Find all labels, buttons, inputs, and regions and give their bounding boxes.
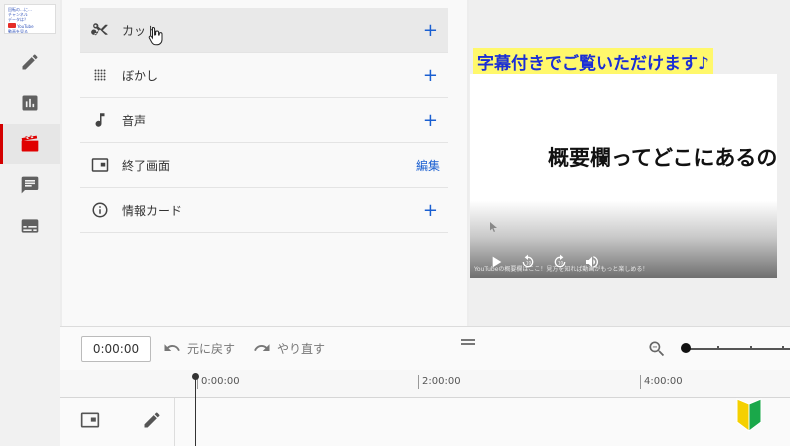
volume-icon[interactable] xyxy=(584,254,600,270)
add-info-card-button[interactable]: + xyxy=(423,188,438,233)
info-icon xyxy=(92,202,108,218)
timeline-ruler[interactable]: 0:00:00 2:00:00 4:00:00 xyxy=(60,370,790,398)
video-title-text: 概要欄ってどこにあるの xyxy=(548,146,777,170)
end-screen-icon xyxy=(80,412,100,428)
music-note-icon xyxy=(95,113,105,127)
tool-label-audio: 音声 xyxy=(122,113,147,128)
timeline-toolbar: 0:00:00 元に戻す やり直す xyxy=(60,326,790,370)
edit-end-screen-button[interactable]: 編集 xyxy=(416,143,440,188)
playhead-line[interactable] xyxy=(195,377,196,446)
svg-text:10: 10 xyxy=(526,261,532,266)
add-cut-button[interactable]: + xyxy=(423,8,438,53)
forward-10-icon[interactable]: 10 xyxy=(552,254,568,270)
zoom-slider-tick xyxy=(782,346,784,350)
zoom-slider-tick xyxy=(750,346,752,350)
tool-label-blur: ぼかし xyxy=(122,68,159,83)
ruler-tick-label: 4:00:00 xyxy=(640,375,683,389)
ruler-tick-label: 0:00:00 xyxy=(197,375,240,389)
video-preview: 字幕付きでご覧いただけます♪ 概要欄ってどこにあるの YouTubeの概要欄はこ… xyxy=(469,0,790,326)
redo-label: やり直す xyxy=(277,341,326,356)
nav-comments[interactable] xyxy=(0,165,60,205)
rewind-10-icon[interactable]: 10 xyxy=(520,254,536,270)
video-thumbnail[interactable]: 回転の…に… チャンネル データは？ YouTube 動画を見る xyxy=(4,4,56,34)
play-icon[interactable] xyxy=(488,254,504,270)
edit-track-button[interactable] xyxy=(142,410,162,434)
tool-row-blur[interactable]: ぼかし + xyxy=(80,53,448,98)
timecode-field[interactable]: 0:00:00 xyxy=(81,336,151,362)
scissors-icon xyxy=(91,23,108,36)
resize-handle[interactable] xyxy=(461,339,475,345)
undo-label: 元に戻す xyxy=(187,341,236,356)
ruler-tick-label: 2:00:00 xyxy=(418,375,461,389)
subtitles-icon xyxy=(21,219,39,233)
end-screen-icon xyxy=(91,158,109,172)
tool-row-info-cards[interactable]: 情報カード + xyxy=(80,188,448,233)
nav-subtitles[interactable] xyxy=(0,206,60,246)
beginner-mark-icon xyxy=(736,398,762,432)
svg-text:10: 10 xyxy=(558,261,564,266)
undo-icon xyxy=(164,344,180,351)
editor-tools-panel: カット + ぼかし + 音声 + 終了画面 編集 情報カード + xyxy=(62,0,467,326)
subtitle-banner: 字幕付きでご覧いただけます♪ xyxy=(473,48,713,75)
timeline-tracks xyxy=(60,398,790,446)
editor-clapper-icon xyxy=(21,135,39,152)
tool-label-info-cards: 情報カード xyxy=(122,203,183,218)
tool-label-end-screen: 終了画面 xyxy=(122,158,171,173)
youtube-logo-icon xyxy=(8,23,16,28)
pencil-icon xyxy=(144,412,160,428)
nav-details[interactable] xyxy=(0,42,60,82)
analytics-icon xyxy=(22,95,38,111)
add-blur-button[interactable]: + xyxy=(423,53,438,98)
redo-button[interactable]: やり直す xyxy=(253,339,325,357)
thumbnail-footer: 動画を見る xyxy=(8,29,28,34)
zoom-slider-tick xyxy=(717,346,719,350)
zoom-out-icon xyxy=(649,341,665,357)
zoom-button[interactable] xyxy=(647,339,667,363)
zoom-slider-knob[interactable] xyxy=(681,343,691,353)
thumbnail-line-3: データは？ xyxy=(8,17,28,22)
comments-icon xyxy=(21,176,39,194)
blur-icon xyxy=(94,69,106,81)
tool-list: カット + ぼかし + 音声 + 終了画面 編集 情報カード + xyxy=(80,8,448,233)
tool-row-audio[interactable]: 音声 + xyxy=(80,98,448,143)
video-frame[interactable]: 概要欄ってどこにあるの YouTubeの概要欄はここ！見方を知れば動画がもっと楽… xyxy=(470,74,777,278)
video-editor: 回転の…に… チャンネル データは？ YouTube 動画を見る カット + ぼ… xyxy=(0,0,790,446)
tool-row-cut[interactable]: カット + xyxy=(80,8,448,53)
tool-row-end-screen[interactable]: 終了画面 編集 xyxy=(80,143,448,188)
end-screen-track-button[interactable] xyxy=(80,410,100,434)
add-audio-button[interactable]: + xyxy=(423,98,438,143)
left-nav-rail: 回転の…に… チャンネル データは？ YouTube 動画を見る xyxy=(0,0,60,446)
hand-cursor-icon xyxy=(148,26,163,46)
mouse-pointer-icon xyxy=(490,222,497,232)
redo-icon xyxy=(254,344,270,351)
zoom-slider-track[interactable] xyxy=(684,348,790,350)
nav-analytics[interactable] xyxy=(0,83,60,123)
undo-button[interactable]: 元に戻す xyxy=(163,339,235,357)
nav-editor[interactable] xyxy=(0,124,60,164)
pencil-icon xyxy=(22,54,38,70)
track-header xyxy=(60,398,175,446)
video-controls: 10 10 xyxy=(488,254,600,270)
